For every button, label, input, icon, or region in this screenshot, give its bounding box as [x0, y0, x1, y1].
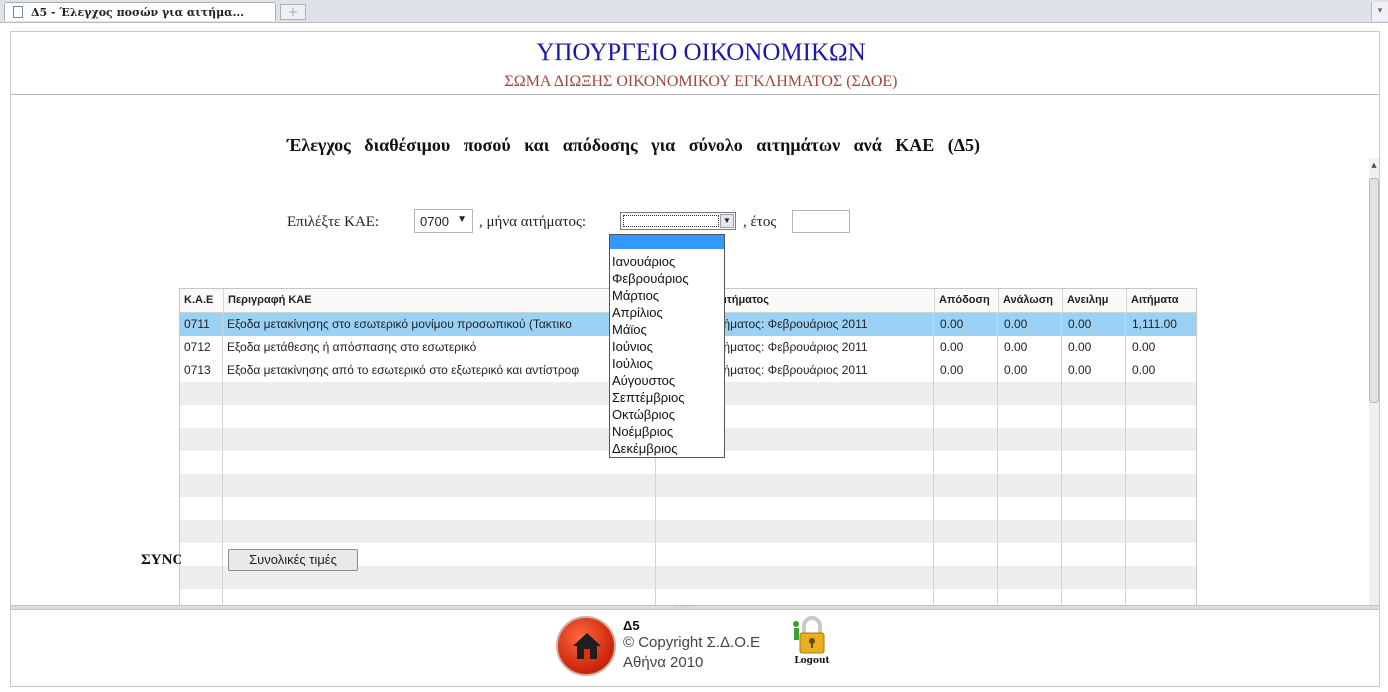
- browser-tab[interactable]: Δ5 - Έλεγχος ποσών για αιτήμα...: [4, 2, 276, 21]
- month-option[interactable]: Δεκέμβριος: [610, 440, 724, 457]
- home-icon: [573, 633, 601, 659]
- month-option[interactable]: Απρίλιος: [610, 304, 724, 321]
- page-header: ΥΠΟΥΡΓΕΙΟ ΟΙΚΟΝΟΜΙΚΩΝ ΣΩΜΑ ΔΙΩΞΗΣ ΟΙΚΟΝΟ…: [11, 32, 1379, 95]
- cell-apodosi: 0.00: [940, 317, 964, 331]
- month-option-empty[interactable]: [610, 235, 724, 249]
- column-header-aitimata[interactable]: Αιτήματα: [1126, 289, 1196, 312]
- tab-title: Δ5 - Έλεγχος ποσών για αιτήμα...: [31, 6, 245, 19]
- empty-row: [180, 474, 1196, 497]
- totals-label: ΣΥΝΟΛΑ: [141, 552, 181, 568]
- year-label: , έτος: [743, 214, 777, 230]
- empty-row: [180, 497, 1196, 520]
- cell-kae: 0712: [184, 340, 211, 354]
- month-option[interactable]: Οκτώβριος: [610, 406, 724, 423]
- cell-aneilimmenes: 0.00: [1068, 317, 1092, 331]
- cell-kae: 0713: [184, 363, 211, 377]
- month-option[interactable]: Μάρτιος: [610, 287, 724, 304]
- padlock-icon: [793, 616, 825, 654]
- vertical-scrollbar[interactable]: ▲ ▼: [1369, 158, 1379, 605]
- kae-select[interactable]: 0700 ▼: [414, 209, 473, 233]
- month-option[interactable]: Ιούλιος: [610, 355, 724, 372]
- scroll-up-icon[interactable]: ▲: [1369, 160, 1379, 170]
- page-footer: Δ5 © Copyright Σ.Δ.Ο.Ε Αθήνα 2010 Logout: [11, 610, 1379, 687]
- month-dropdown-list: Ιανουάριος Φεβρουάριος Μάρτιος Απρίλιος …: [609, 234, 725, 458]
- column-header-description[interactable]: Περιγραφή ΚΑΕ: [223, 289, 656, 312]
- month-select-value: [623, 215, 719, 227]
- column-divider: [1061, 312, 1062, 605]
- column-divider: [1125, 312, 1126, 605]
- logout-button[interactable]: Logout: [786, 616, 838, 672]
- app-frame: ΥΠΟΥΡΓΕΙΟ ΟΙΚΟΝΟΜΙΚΩΝ ΣΩΜΑ ΔΙΩΞΗΣ ΟΙΚΟΝΟ…: [10, 31, 1380, 687]
- cell-aitimata: 0.00: [1132, 340, 1156, 354]
- scrollbar-thumb[interactable]: [1369, 178, 1379, 403]
- column-header-apodosi[interactable]: Απόδοση: [934, 289, 998, 312]
- footer-code: Δ5: [623, 618, 640, 633]
- month-option[interactable]: Σεπτέμβριος: [610, 389, 724, 406]
- empty-row: [180, 520, 1196, 543]
- month-option[interactable]: Φεβρουάριος: [610, 270, 724, 287]
- browser-tab-strip: Δ5 - Έλεγχος ποσών για αιτήμα... + ▾: [0, 0, 1388, 23]
- home-button[interactable]: [556, 616, 616, 676]
- year-input[interactable]: [792, 210, 850, 233]
- cell-apodosi: 0.00: [940, 340, 964, 354]
- month-label: , μήνα αιτήματος:: [479, 214, 587, 230]
- cell-aitimata: 0.00: [1132, 363, 1156, 377]
- month-option[interactable]: Μάϊος: [610, 321, 724, 338]
- tab-list-button[interactable]: ▾: [1371, 2, 1388, 21]
- new-tab-button[interactable]: +: [280, 4, 306, 20]
- cell-description: Εξοδα μετακίνησης στο εσωτερικό μονίμου …: [227, 317, 572, 331]
- page-title: Έλεγχος διαθέσιμου ποσού και απόδοσης γι…: [287, 135, 981, 155]
- ministry-title: ΥΠΟΥΡΓΕΙΟ ΟΙΚΟΝΟΜΙΚΩΝ: [536, 39, 866, 66]
- month-select[interactable]: ▼: [620, 212, 736, 230]
- month-option[interactable]: Νοέμβριος: [610, 423, 724, 440]
- cell-description: Εξοδα μετάθεσης ή απόσπασης στο εσωτερικ…: [227, 340, 477, 354]
- cell-aneilimmenes: 0.00: [1068, 340, 1092, 354]
- cell-analosi: 0.00: [1004, 363, 1028, 377]
- cell-kae: 0711: [184, 317, 210, 331]
- column-divider: [997, 312, 998, 605]
- footer-city-year: Αθήνα 2010: [623, 654, 704, 671]
- kae-label: Επιλέξτε ΚΑΕ:: [287, 214, 380, 230]
- column-divider: [933, 312, 934, 605]
- chevron-down-icon[interactable]: ▼: [720, 214, 734, 228]
- agency-subtitle: ΣΩΜΑ ΔΙΩΞΗΣ ΟΙΚΟΝΟΜΙΚΟΥ ΕΓΚΛΗΜΑΤΟΣ (ΣΔΟΕ…: [504, 73, 898, 90]
- column-header-kae[interactable]: Κ.Α.Ε: [180, 289, 223, 312]
- month-option[interactable]: Ιανουάριος: [610, 253, 724, 270]
- column-divider: [222, 312, 223, 605]
- month-option[interactable]: Αύγουστος: [610, 372, 724, 389]
- cell-description: Εξοδα μετακίνησης από το εσωτερικό στο ε…: [227, 363, 580, 377]
- column-header-aneilimmenes[interactable]: Ανειλημ: [1062, 289, 1126, 312]
- kae-select-value: 0700: [420, 214, 449, 229]
- cell-analosi: 0.00: [1004, 317, 1028, 331]
- chevron-down-icon: ▼: [457, 214, 467, 225]
- footer-copyright: © Copyright Σ.Δ.Ο.Ε: [623, 634, 761, 651]
- cell-apodosi: 0.00: [940, 363, 964, 377]
- page-icon: [13, 6, 23, 18]
- cell-analosi: 0.00: [1004, 340, 1028, 354]
- month-option[interactable]: Ιούνιος: [610, 338, 724, 355]
- cell-aitimata: 1,111.00: [1132, 317, 1177, 331]
- column-header-analosi[interactable]: Ανάλωση: [998, 289, 1062, 312]
- logout-label: Logout: [794, 656, 830, 666]
- total-values-button[interactable]: Συνολικές τιμές: [228, 549, 358, 571]
- cell-aneilimmenes: 0.00: [1068, 363, 1092, 377]
